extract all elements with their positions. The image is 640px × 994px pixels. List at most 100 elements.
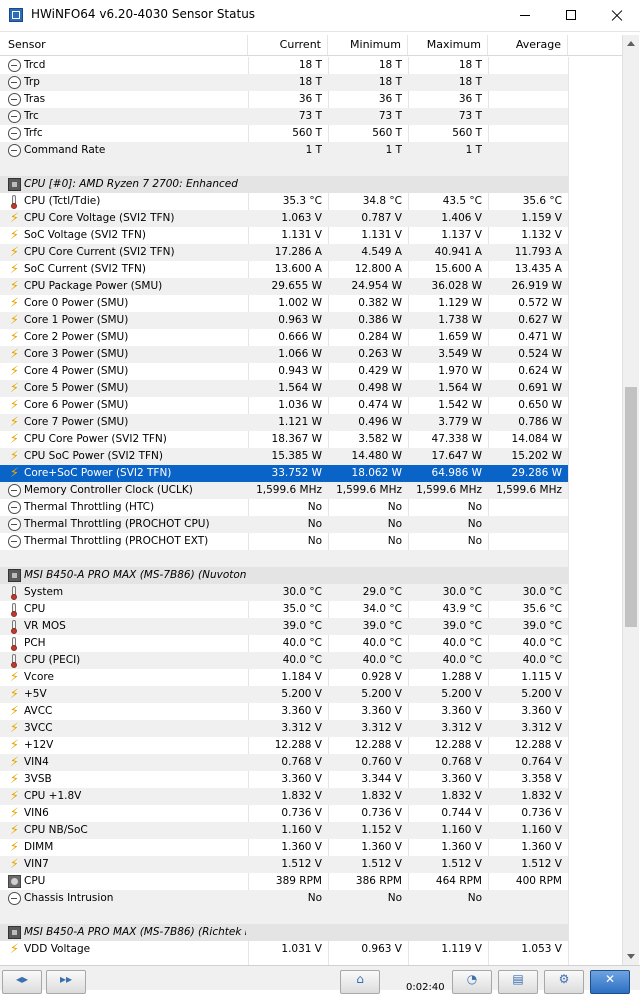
sensor-minimum-value: No [387,518,402,530]
sensor-maximum-value: 43.9 °C [442,603,482,615]
sensor-row[interactable]: PCH 40.0 °C 40.0 °C 40.0 °C 40.0 °C [0,635,568,652]
sensor-row[interactable]: ⚡ +5V 5.200 V 5.200 V 5.200 V 5.200 V [0,686,568,703]
sensor-maximum-value: 47.338 W [431,433,482,445]
sensor-row[interactable]: ⚡ Core 1 Power (SMU) 0.963 W 0.386 W 1.738 W… [0,312,568,329]
sensor-average-value [488,516,562,533]
sensor-row[interactable]: ⚡ Vcore 1.184 V 0.928 V 1.288 V 1.115 V [0,669,568,686]
reset-timer-button[interactable]: ◔ [452,970,492,994]
column-header-sensor[interactable]: Sensor [0,35,248,55]
sensor-minimum-value: 73 T [378,110,402,122]
sensor-row[interactable]: CPU 389 RPM 386 RPM 464 RPM 400 RPM [0,873,568,890]
sensor-row[interactable]: ⚡ Core 7 Power (SMU) 1.121 W 0.496 W 3.779 W… [0,414,568,431]
sensor-row[interactable]: ⚡ CPU Core Current (SVI2 TFN) 17.286 A 4.54… [0,244,568,261]
sensor-row[interactable]: ⚡ SoC Current (SVI2 TFN) 13.600 A 12.800 A 1… [0,261,568,278]
sensor-row[interactable]: ⚡ SoC Voltage (SVI2 TFN) 1.131 V 1.131 V 1.1… [0,227,568,244]
sensor-group-header[interactable]: MSI B450-A PRO MAX (MS-7B86) (Richtek R.… [0,924,568,941]
sensor-name: CPU [24,875,46,887]
sensor-row[interactable]: ⚡ 3VSB 3.360 V 3.344 V 3.360 V 3.358 V [0,771,568,788]
sensor-name: Thermal Throttling (HTC) [24,501,155,513]
sensor-row[interactable]: ⚡ Core 5 Power (SMU) 1.564 W 0.498 W 1.564 W… [0,380,568,397]
sensor-row[interactable]: ⚡ VIN4 0.768 V 0.760 V 0.768 V 0.764 V [0,754,568,771]
sensor-average-value: 13.435 A [514,263,562,275]
navigate-right-button[interactable]: ▸▸ [46,970,86,994]
bolt-icon: ⚡ [9,687,20,702]
column-header-minimum[interactable]: Minimum [328,35,408,55]
sensor-row[interactable]: ⚡ CPU Package Power (SMU) 29.655 W 24.954 W… [0,278,568,295]
sensor-row[interactable]: CPU (PECI) 40.0 °C 40.0 °C 40.0 °C 40.0 °C [0,652,568,669]
sensor-current-value: 5.200 V [281,688,322,700]
sensor-group-header[interactable]: CPU [#0]: AMD Ryzen 7 2700: Enhanced [0,176,568,193]
sensor-row[interactable]: ⚡ Core 3 Power (SMU) 1.066 W 0.263 W 3.549 W… [0,346,568,363]
close-button[interactable] [594,0,640,31]
sensor-name: Vcore [24,671,54,683]
sensor-current-value: 12.288 V [274,739,322,751]
sensor-maximum-value: 1.738 W [438,314,482,326]
sensor-row[interactable]: Trfc 560 T 560 T 560 T [0,125,568,142]
sensor-row[interactable]: CPU (Tctl/Tdie) 35.3 °C 34.8 °C 43.5 °C 35.6… [0,193,568,210]
sensor-row[interactable]: ⚡ Core 4 Power (SMU) 0.943 W 0.429 W 1.970 W… [0,363,568,380]
sensor-row[interactable]: ⚡ Core 6 Power (SMU) 1.036 W 0.474 W 1.542 W… [0,397,568,414]
sensor-average-value [488,142,562,159]
sensor-row[interactable]: Command Rate 1 T 1 T 1 T [0,142,568,159]
sensor-row[interactable]: ⚡ CPU NB/SoC 1.160 V 1.152 V 1.160 V 1.160 V [0,822,568,839]
scroll-up-arrow-icon[interactable] [623,35,640,52]
sensor-row[interactable]: Chassis Intrusion No No No [0,890,568,907]
sensor-row[interactable]: ⚡ CPU +1.8V 1.832 V 1.832 V 1.832 V 1.832 V [0,788,568,805]
window-title: HWiNFO64 v6.20-4030 Sensor Status [31,7,256,21]
sensor-maximum-value: 3.360 V [441,705,482,717]
sensor-row[interactable]: Trc 73 T 73 T 73 T [0,108,568,125]
sensor-row[interactable]: Trcd 18 T 18 T 18 T [0,57,568,74]
sensor-row[interactable]: ⚡ CPU Core Power (SVI2 TFN) 18.367 W 3.582 … [0,431,568,448]
sensor-row[interactable]: ⚡ CPU Core Voltage (SVI2 TFN) 1.063 V 0.787… [0,210,568,227]
sensor-average-value: 1.053 V [521,943,562,955]
bolt-icon: ⚡ [9,772,20,787]
sensor-name: MSI B450-A PRO MAX (MS-7B86) (Richtek R.… [24,926,246,938]
settings-button[interactable]: ⚙ [544,970,584,994]
sensor-minimum-value: No [387,535,402,547]
network-button[interactable]: ⌂ [340,970,380,994]
close-sensors-button[interactable]: ✕ [590,970,630,994]
sensor-minimum-value: 0.736 V [361,807,402,819]
column-header-maximum[interactable]: Maximum [408,35,488,55]
navigate-left-button[interactable]: ◂▸ [2,970,42,994]
sensor-name: CPU Core Power (SVI2 TFN) [24,433,167,445]
sensor-current-value: No [307,535,322,547]
sensor-row[interactable]: Trp 18 T 18 T 18 T [0,74,568,91]
sensor-row[interactable]: CPU 35.0 °C 34.0 °C 43.9 °C 35.6 °C [0,601,568,618]
column-header-current[interactable]: Current [248,35,328,55]
sensor-row[interactable]: ⚡ Core+SoC Power (SVI2 TFN) 33.752 W 18.062… [0,465,568,482]
sensor-row[interactable]: ⚡ CPU SoC Power (SVI2 TFN) 15.385 W 14.480 … [0,448,568,465]
sensor-row[interactable]: ⚡ DIMM 1.360 V 1.360 V 1.360 V 1.360 V [0,839,568,856]
vertical-scrollbar[interactable] [622,35,639,965]
report-button[interactable]: ▤ [498,970,538,994]
sensor-row[interactable]: ⚡ +12V 12.288 V 12.288 V 12.288 V 12.288 V [0,737,568,754]
bolt-icon: ⚡ [9,704,20,719]
sensor-row[interactable]: Tras 36 T 36 T 36 T [0,91,568,108]
sensor-minimum-value: 0.386 W [358,314,402,326]
sensor-row[interactable]: ⚡ AVCC 3.360 V 3.360 V 3.360 V 3.360 V [0,703,568,720]
sensor-group-header[interactable]: MSI B450-A PRO MAX (MS-7B86) (Nuvoton ..… [0,567,568,584]
scroll-down-arrow-icon[interactable] [623,948,640,965]
sensor-average-value: 0.650 W [518,399,562,411]
minimize-button[interactable] [502,0,548,31]
sensor-row[interactable]: System 30.0 °C 29.0 °C 30.0 °C 30.0 °C [0,584,568,601]
sensor-minimum-value: 3.344 V [361,773,402,785]
sensor-row[interactable]: ⚡ VDD Voltage 1.031 V 0.963 V 1.119 V 1.053 V [0,941,568,958]
sensor-row[interactable]: ⚡ Core 2 Power (SMU) 0.666 W 0.284 W 1.659 W… [0,329,568,346]
maximize-button[interactable] [548,0,594,31]
sensor-row[interactable]: Thermal Throttling (PROCHOT EXT) No No No [0,533,568,550]
sensor-row[interactable]: Memory Controller Clock (UCLK) 1,599.6 MH… [0,482,568,499]
sensor-maximum-value: 560 T [452,127,482,139]
sensor-row[interactable]: Thermal Throttling (PROCHOT CPU) No No No [0,516,568,533]
sensor-row[interactable]: Thermal Throttling (HTC) No No No [0,499,568,516]
sensor-row[interactable]: ⚡ Core 0 Power (SMU) 1.002 W 0.382 W 1.129 W… [0,295,568,312]
sensor-row[interactable]: ⚡ VIN7 1.512 V 1.512 V 1.512 V 1.512 V [0,856,568,873]
scrollbar-thumb[interactable] [625,387,637,627]
sensor-row[interactable]: ⚡ VIN6 0.736 V 0.736 V 0.744 V 0.736 V [0,805,568,822]
sensor-maximum-value: 36 T [458,93,482,105]
sensor-name: VIN4 [24,756,49,768]
bolt-icon: ⚡ [9,347,20,362]
sensor-row[interactable]: VR MOS 39.0 °C 39.0 °C 39.0 °C 39.0 °C [0,618,568,635]
column-header-average[interactable]: Average [488,35,568,55]
sensor-row[interactable]: ⚡ 3VCC 3.312 V 3.312 V 3.312 V 3.312 V [0,720,568,737]
